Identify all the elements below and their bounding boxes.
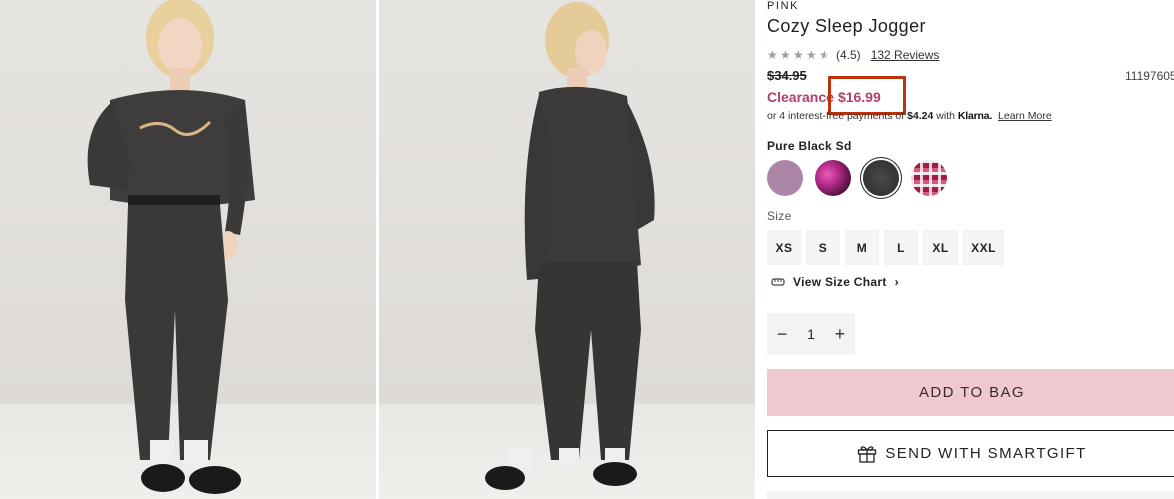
star-icon: ★ — [793, 48, 804, 62]
add-to-bag-button[interactable]: ADD TO BAG — [767, 369, 1174, 416]
original-price: $34.95 — [767, 68, 807, 83]
quantity-increase-button[interactable]: + — [835, 324, 846, 345]
model-front-illustration — [87, 0, 255, 494]
learn-more-link[interactable]: Learn More — [998, 110, 1052, 122]
quantity-decrease-button[interactable]: − — [777, 324, 788, 345]
product-image-back[interactable] — [379, 0, 755, 499]
reviews-link[interactable]: 132 Reviews — [871, 48, 940, 62]
installment-with: with — [936, 110, 955, 122]
size-option-m[interactable]: M — [845, 230, 879, 265]
star-icon: ★ — [806, 48, 817, 62]
size-chart-label: View Size Chart — [793, 275, 887, 289]
quantity-stepper: − 1 + — [767, 313, 855, 355]
product-image-front[interactable] — [0, 0, 376, 499]
size-option-xxl[interactable]: XXL — [963, 230, 1004, 265]
product-details-panel: PINK Cozy Sleep Jogger ★ ★ ★ ★ ★ (4.5) 1… — [767, 0, 1174, 499]
model-back-illustration — [485, 2, 655, 490]
star-icon: ★ — [767, 48, 778, 62]
star-icon: ★ — [780, 48, 791, 62]
quantity-value[interactable]: 1 — [807, 326, 815, 342]
smartgift-label: SEND WITH SMARTGIFT — [885, 445, 1087, 462]
tape-measure-icon — [771, 278, 785, 286]
star-rating: ★ ★ ★ ★ ★ — [767, 49, 832, 61]
installment-info: or 4 interest-free payments of $4.24 wit… — [767, 110, 1052, 122]
size-label: Size — [767, 209, 792, 223]
half-star-icon: ★ — [819, 48, 830, 62]
color-swatches — [767, 160, 947, 196]
clearance-label: Clearance — [767, 89, 834, 105]
rating-value: (4.5) — [836, 48, 861, 62]
color-swatch-pink-tie-dye[interactable] — [815, 160, 851, 196]
size-option-xs[interactable]: XS — [767, 230, 801, 265]
next-section-strip — [767, 491, 1174, 499]
installment-prefix: or 4 interest-free payments of — [767, 110, 905, 122]
color-swatch-plaid[interactable] — [911, 160, 947, 196]
color-swatch-pure-black-sd[interactable] — [863, 160, 899, 196]
send-with-smartgift-button[interactable]: SEND WITH SMARTGIFT — [767, 430, 1174, 477]
product-sku: 11197605 — [1125, 69, 1174, 83]
rating-row: ★ ★ ★ ★ ★ (4.5) 132 Reviews — [767, 48, 939, 62]
installment-amount: $4.24 — [907, 110, 934, 122]
klarna-logo: Klarna. — [957, 110, 993, 122]
view-size-chart-link[interactable]: View Size Chart › — [771, 275, 899, 289]
product-title: Cozy Sleep Jogger — [767, 16, 926, 36]
selected-color-name: Pure Black Sd — [767, 139, 852, 153]
size-options: XS S M L XL XXL — [767, 230, 1004, 265]
chevron-right-icon: › — [894, 275, 899, 289]
brand-label: PINK — [767, 0, 800, 12]
size-option-xl[interactable]: XL — [923, 230, 958, 265]
size-option-l[interactable]: L — [884, 230, 918, 265]
color-swatch-mauve[interactable] — [767, 160, 803, 196]
size-option-s[interactable]: S — [806, 230, 840, 265]
gift-icon — [858, 445, 877, 463]
